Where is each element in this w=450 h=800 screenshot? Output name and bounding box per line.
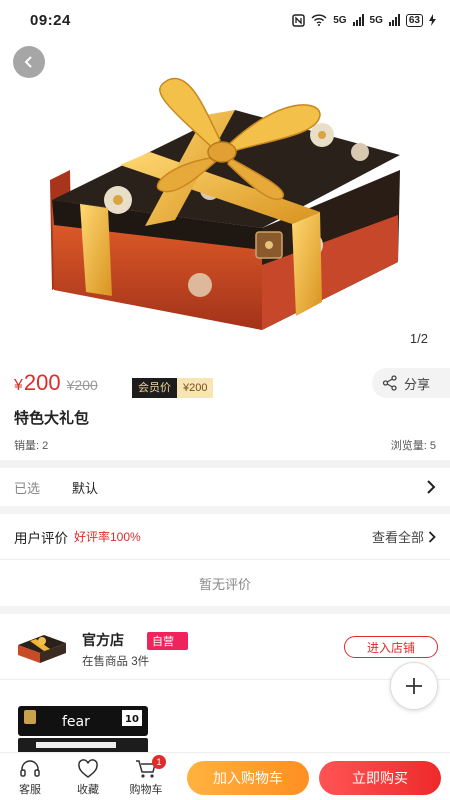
nfc-icon	[292, 13, 305, 27]
back-button[interactable]	[13, 46, 45, 78]
status-bar: 09:24 5G 5G 63	[0, 0, 450, 40]
price-value: 200	[23, 370, 61, 395]
gallery-pager: 1/2	[409, 331, 428, 346]
sales-count: 销量: 2	[14, 440, 49, 452]
review-header: 用户评价 好评率100% 查看全部	[0, 514, 450, 560]
no-review-text: 暂无评价	[198, 576, 251, 592]
spec-selector[interactable]: 已选 默认	[0, 468, 450, 506]
shop-name: 官方店	[82, 632, 124, 648]
recommend-section: fear 10	[0, 680, 450, 752]
service-label: 客服	[19, 784, 41, 796]
tissue-product-image[interactable]: fear 10	[16, 704, 150, 752]
price-row: ¥200 ¥200	[14, 370, 98, 396]
pack-count-text: 10	[125, 714, 139, 725]
price-block: ¥200 ¥200 会员价 ¥200 分享 特色大礼包 销量: 2 浏览量: 5	[0, 360, 450, 460]
current-price: ¥200	[14, 370, 61, 396]
member-price-label: 会员价	[132, 378, 177, 398]
cart-count-badge: 1	[152, 755, 166, 769]
member-price-tag: 会员价 ¥200	[132, 378, 214, 398]
spec-label: 已选	[14, 480, 41, 496]
review-section: 用户评价 好评率100% 查看全部 暂无评价	[0, 514, 450, 606]
review-title: 用户评价	[14, 530, 68, 546]
add-to-cart-button[interactable]: 加入购物车	[187, 761, 309, 795]
signal-icon-2	[388, 14, 400, 26]
spec-value: 默认	[72, 480, 99, 496]
view-count: 浏览量: 5	[390, 440, 436, 452]
chevron-right-icon	[427, 480, 436, 494]
heart-icon	[78, 759, 98, 778]
cart-button[interactable]: 1 购物车	[124, 755, 168, 797]
service-button[interactable]: 客服	[8, 759, 52, 797]
view-all-reviews-button[interactable]: 查看全部	[372, 527, 436, 546]
share-label: 分享	[404, 376, 431, 392]
gift-box-image	[50, 77, 400, 330]
cart-label: 购物车	[129, 784, 163, 796]
share-button[interactable]: 分享	[372, 368, 450, 398]
self-operated-badge: 自营	[147, 632, 188, 650]
product-gallery[interactable]: 1/2	[0, 40, 450, 360]
favorite-button[interactable]: 收藏	[66, 759, 110, 797]
brand-text: fear	[62, 714, 90, 730]
floating-add-button[interactable]	[390, 662, 438, 710]
shop-product-count: 在售商品 3件	[82, 656, 150, 668]
product-title: 特色大礼包	[14, 410, 90, 427]
shop-card[interactable]: 官方店 自营 在售商品 3件 进入店铺	[0, 614, 450, 680]
plus-icon	[406, 678, 422, 694]
favorite-label: 收藏	[77, 784, 99, 796]
network-label-2: 5G	[369, 14, 383, 26]
headset-icon	[20, 760, 40, 777]
chevron-right-icon	[428, 530, 436, 543]
buy-now-button[interactable]: 立即购买	[319, 761, 441, 795]
chevron-left-icon	[24, 56, 32, 68]
bottom-action-bar: 客服 收藏 1 购物车 加入购物车 立即购买	[0, 752, 450, 800]
charging-icon	[429, 14, 436, 26]
wifi-icon	[311, 14, 327, 26]
status-time: 09:24	[30, 11, 71, 29]
currency-symbol: ¥	[14, 377, 23, 394]
member-price-value: ¥200	[177, 378, 214, 398]
status-icons: 5G 5G 63	[292, 13, 436, 27]
network-label-1: 5G	[333, 14, 347, 26]
shop-thumbnail	[18, 635, 66, 663]
view-all-label: 查看全部	[371, 530, 424, 545]
share-icon	[382, 375, 397, 391]
signal-icon-1	[352, 14, 364, 26]
positive-rate: 好评率100%	[74, 530, 141, 544]
original-price: ¥200	[66, 377, 98, 393]
battery-indicator: 63	[405, 13, 423, 27]
enter-shop-button[interactable]: 进入店铺	[344, 636, 438, 658]
